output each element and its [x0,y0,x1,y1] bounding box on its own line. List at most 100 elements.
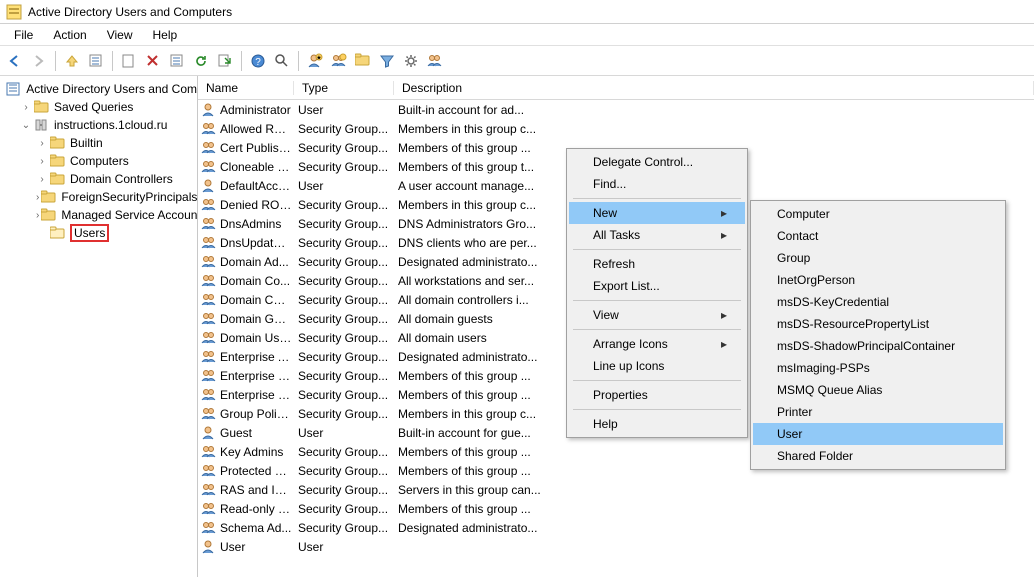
ctx-line-up-icons[interactable]: Line up Icons [569,355,745,377]
menu-action[interactable]: Action [43,26,96,44]
expander-icon[interactable]: › [36,156,48,167]
ctx-new[interactable]: New▸ [569,202,745,224]
tree-domain[interactable]: ⌄ instructions.1cloud.ru [0,116,197,134]
tree-container-computers[interactable]: › Computers [0,152,197,170]
column-header-name[interactable]: Name [198,81,294,95]
cell-description: DNS Administrators Gro... [398,217,574,231]
ctx-export-list[interactable]: Export List... [569,275,745,297]
export-list-button[interactable] [214,50,236,72]
ctx-new-user[interactable]: User [753,423,1003,445]
cell-name: Cloneable D... [220,160,298,174]
cell-name: User [220,540,298,554]
ctx-new-inetorgperson[interactable]: InetOrgPerson [753,269,1003,291]
cell-name: DnsUpdateP... [220,236,298,250]
ctx-new-keycredential[interactable]: msDS-KeyCredential [753,291,1003,313]
tree-label: Users [70,224,109,242]
list-row[interactable]: RAS and IAS ...Security Group...Servers … [198,480,1034,499]
list-row[interactable]: UserUser [198,537,1034,556]
tree-container-domain-controllers[interactable]: › Domain Controllers [0,170,197,188]
list-row[interactable]: AdministratorUserBuilt-in account for ad… [198,100,1034,119]
ctx-separator [573,409,741,410]
group-icon [200,292,218,308]
list-row[interactable]: Read-only D...Security Group...Members o… [198,499,1034,518]
menu-help[interactable]: Help [143,26,188,44]
menu-file[interactable]: File [4,26,43,44]
ctx-refresh[interactable]: Refresh [569,253,745,275]
ctx-new-resourceproperty[interactable]: msDS-ResourcePropertyList [753,313,1003,335]
ctx-properties[interactable]: Properties [569,384,745,406]
options-button[interactable] [400,50,422,72]
new-ou-button[interactable] [352,50,374,72]
expander-icon[interactable]: › [36,174,48,185]
tree-label: Active Directory Users and Com [26,82,197,96]
new-group-button[interactable] [328,50,350,72]
ctx-new-printer[interactable]: Printer [753,401,1003,423]
cell-description: Members in this group c... [398,122,574,136]
show-hide-tree-button[interactable] [85,50,107,72]
cell-description: Members of this group ... [398,388,574,402]
tree-pane[interactable]: Active Directory Users and Com › Saved Q… [0,76,198,577]
ctx-new-group[interactable]: Group [753,247,1003,269]
ctx-delegate-control[interactable]: Delegate Control... [569,151,745,173]
cut-button[interactable] [118,50,140,72]
ctx-label: Contact [777,229,818,243]
ctx-new-shared-folder[interactable]: Shared Folder [753,445,1003,467]
menu-bar: File Action View Help [0,24,1034,46]
cell-type: Security Group... [298,521,398,535]
cell-description: Members in this group c... [398,407,574,421]
ctx-new-contact[interactable]: Contact [753,225,1003,247]
group-icon [200,387,218,403]
column-header-type[interactable]: Type [294,81,394,95]
ctx-new-msmq-queue[interactable]: MSMQ Queue Alias [753,379,1003,401]
new-user-button[interactable] [304,50,326,72]
expander-icon[interactable]: ⌄ [20,120,32,131]
cell-description: DNS clients who are per... [398,236,574,250]
refresh-button[interactable] [190,50,212,72]
ctx-label: Find... [593,177,626,191]
ctx-new-shadowprincipal[interactable]: msDS-ShadowPrincipalContainer [753,335,1003,357]
tree-container-msa[interactable]: › Managed Service Accoun [0,206,197,224]
expander-icon[interactable]: › [36,138,48,149]
help-button[interactable] [247,50,269,72]
tree-root[interactable]: Active Directory Users and Com [0,80,197,98]
ctx-view[interactable]: View▸ [569,304,745,326]
menu-view[interactable]: View [97,26,143,44]
group-icon [200,197,218,213]
expander-icon[interactable]: › [36,192,39,203]
cell-name: Enterprise R... [220,388,298,402]
list-row[interactable]: Allowed RO...Security Group...Members in… [198,119,1034,138]
tree-container-builtin[interactable]: › Builtin [0,134,197,152]
filter-button[interactable] [376,50,398,72]
tree-container-fsp[interactable]: › ForeignSecurityPrincipals [0,188,197,206]
ctx-new-imaging-psps[interactable]: msImaging-PSPs [753,357,1003,379]
ctx-label: msDS-ResourcePropertyList [777,317,929,331]
ctx-new-computer[interactable]: Computer [753,203,1003,225]
ctx-label: Group [777,251,810,265]
delete-button[interactable] [142,50,164,72]
back-button[interactable] [4,50,26,72]
add-to-group-button[interactable] [424,50,446,72]
cell-type: Security Group... [298,464,398,478]
ctx-help[interactable]: Help [569,413,745,435]
cell-name: RAS and IAS ... [220,483,298,497]
list-row[interactable]: Schema Ad...Security Group...Designated … [198,518,1034,537]
cell-description: All domain guests [398,312,574,326]
ctx-find[interactable]: Find... [569,173,745,195]
tree-container-users[interactable]: Users [0,224,197,242]
up-button[interactable] [61,50,83,72]
group-icon [200,463,218,479]
cell-name: Domain Con... [220,293,298,307]
tree-saved-queries[interactable]: › Saved Queries [0,98,197,116]
ctx-all-tasks[interactable]: All Tasks▸ [569,224,745,246]
submenu-arrow-icon: ▸ [721,206,727,220]
expander-icon[interactable]: › [20,102,32,113]
cell-name: Domain Co... [220,274,298,288]
properties-button[interactable] [166,50,188,72]
find-button[interactable] [271,50,293,72]
expander-icon[interactable]: › [36,210,39,221]
cell-name: Enterprise K... [220,369,298,383]
group-icon [200,216,218,232]
ctx-arrange-icons[interactable]: Arrange Icons▸ [569,333,745,355]
column-header-description[interactable]: Description [394,81,1034,95]
folder-icon [41,208,57,222]
